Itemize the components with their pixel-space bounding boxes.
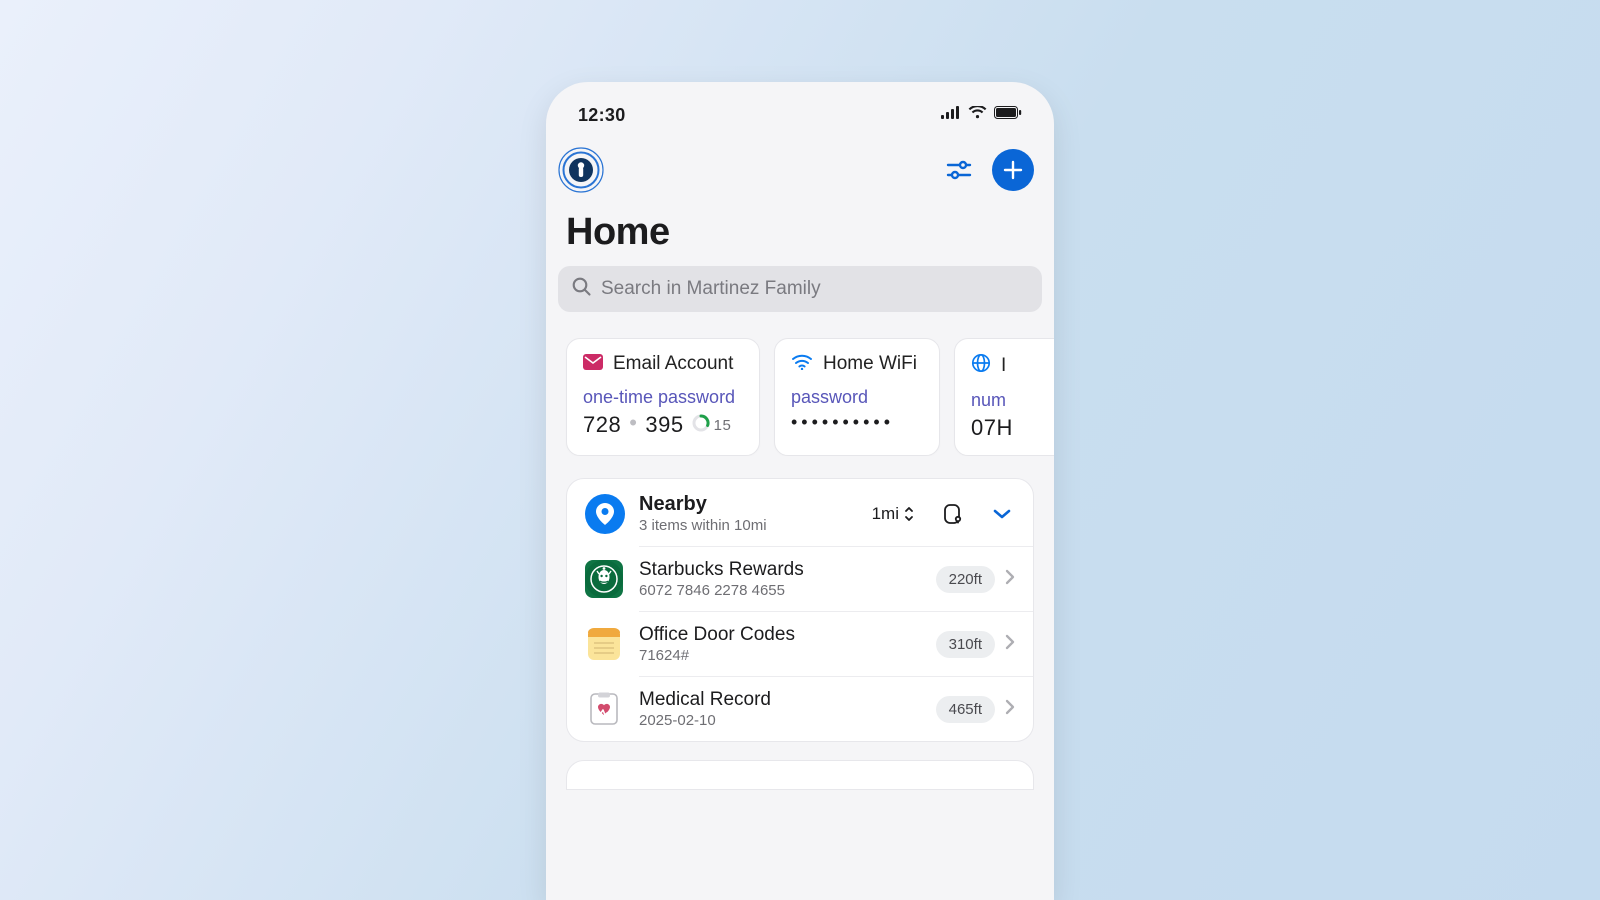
chevron-right-icon	[1005, 569, 1015, 590]
status-icons	[941, 106, 1022, 124]
search-field[interactable]	[558, 266, 1042, 312]
location-pin-icon	[585, 494, 625, 534]
search-input[interactable]	[601, 278, 1028, 300]
next-panel-peek	[566, 760, 1034, 790]
nearby-header: Nearby 3 items within 10mi 1mi	[567, 479, 1033, 546]
card-title: Email Account	[613, 353, 733, 375]
status-bar: 12:30	[546, 82, 1054, 138]
distance-badge: 465ft	[936, 696, 995, 723]
nearby-item[interactable]: Medical Record 2025-02-10 465ft	[639, 676, 1033, 741]
starbucks-logo-icon	[585, 560, 623, 598]
chevron-right-icon	[1005, 634, 1015, 655]
collapse-toggle[interactable]	[989, 501, 1015, 527]
app-logo-icon[interactable]	[558, 147, 604, 193]
item-title: Medical Record	[639, 689, 936, 711]
card-field-label: password	[791, 387, 923, 408]
page-title: Home	[546, 193, 1054, 266]
cellular-icon	[941, 106, 961, 124]
wifi-icon	[968, 106, 987, 124]
app-header	[546, 138, 1054, 193]
item-subtitle: 6072 7846 2278 4655	[639, 582, 936, 599]
nearby-item[interactable]: Office Door Codes 71624# 310ft	[639, 611, 1033, 676]
card-email-account[interactable]: Email Account one-time password 728•395 …	[566, 338, 760, 456]
nearby-subtitle: 3 items within 10mi	[639, 517, 858, 534]
locate-button[interactable]	[939, 500, 967, 528]
item-title: Starbucks Rewards	[639, 559, 936, 581]
card-title: Home WiFi	[823, 353, 917, 375]
card-home-wifi[interactable]: Home WiFi password ••••••••••	[774, 338, 940, 456]
status-time: 12:30	[578, 105, 626, 126]
item-subtitle: 2025-02-10	[639, 712, 936, 729]
quick-access-cards: Email Account one-time password 728•395 …	[546, 312, 1054, 456]
otp-countdown: 15	[714, 417, 732, 434]
stepper-icon	[903, 505, 915, 523]
otp-value: 728•395 15	[583, 412, 743, 438]
search-icon	[572, 277, 591, 301]
notes-icon	[585, 625, 623, 663]
card-value: 07H	[971, 415, 1054, 441]
phone-frame: 12:30	[546, 82, 1054, 900]
wifi-icon	[791, 354, 813, 375]
nearby-item[interactable]: Starbucks Rewards 6072 7846 2278 4655 22…	[639, 546, 1033, 611]
card-field-label: num	[971, 390, 1054, 411]
item-subtitle: 71624#	[639, 647, 936, 664]
filter-button[interactable]	[944, 155, 974, 185]
distance-badge: 220ft	[936, 566, 995, 593]
item-title: Office Door Codes	[639, 624, 936, 646]
globe-icon	[971, 353, 991, 378]
otp-countdown-ring-icon	[692, 412, 710, 438]
chevron-right-icon	[1005, 699, 1015, 720]
battery-icon	[994, 106, 1022, 124]
card-partial[interactable]: I num 07H	[954, 338, 1054, 456]
nearby-list: Starbucks Rewards 6072 7846 2278 4655 22…	[567, 546, 1033, 741]
distance-badge: 310ft	[936, 631, 995, 658]
range-value: 1mi	[872, 504, 899, 524]
range-picker[interactable]: 1mi	[872, 504, 915, 524]
add-button[interactable]	[992, 149, 1034, 191]
card-title: I	[1001, 355, 1006, 377]
card-field-label: one-time password	[583, 387, 743, 408]
nearby-title: Nearby	[639, 493, 858, 516]
password-value: ••••••••••	[791, 412, 923, 433]
nearby-panel: Nearby 3 items within 10mi 1mi	[566, 478, 1034, 742]
email-icon	[583, 354, 603, 375]
medical-record-icon	[585, 690, 623, 728]
